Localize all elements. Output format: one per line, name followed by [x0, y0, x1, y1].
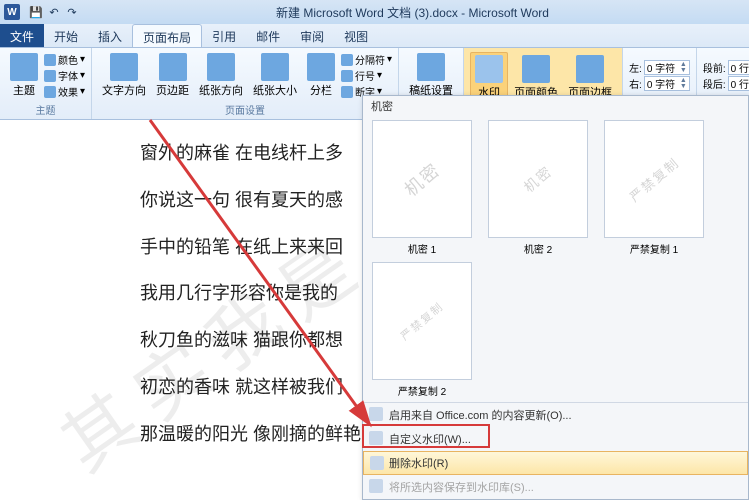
theme-effects[interactable]: 效果 ▾	[44, 84, 85, 99]
line-numbers-button[interactable]: 行号 ▾	[341, 68, 392, 83]
watermark-dropdown: 机密 机密 机密 1 机密 机密 2 严禁复制 严禁复制 1 严禁复制 严禁复制…	[362, 95, 749, 500]
tab-layout[interactable]: 页面布局	[132, 24, 202, 47]
orientation-button[interactable]: 纸张方向	[195, 51, 247, 100]
title-bar: W 💾 ↶ ↷ 新建 Microsoft Word 文档 (3).docx - …	[0, 0, 749, 24]
margins-button[interactable]: 页边距	[152, 51, 193, 100]
tab-mailings[interactable]: 邮件	[246, 24, 290, 47]
indent-left-input[interactable]: 0 字符▲▼	[644, 60, 690, 75]
group-theme: 主题 颜色 ▾ 字体 ▾ 效果 ▾ 主题	[0, 48, 92, 119]
tab-home[interactable]: 开始	[44, 24, 88, 47]
tab-view[interactable]: 视图	[334, 24, 378, 47]
manuscript-button[interactable]: 稿纸设置	[405, 51, 457, 100]
theme-fonts[interactable]: 字体 ▾	[44, 68, 85, 83]
save-icon	[369, 479, 383, 493]
word-icon: W	[4, 4, 20, 20]
tab-review[interactable]: 审阅	[290, 24, 334, 47]
refresh-icon	[369, 407, 383, 421]
breaks-button[interactable]: 分隔符 ▾	[341, 52, 392, 67]
redo-icon[interactable]: ↷	[64, 4, 80, 20]
watermark-icon	[369, 431, 383, 445]
dropdown-menu: 启用来自 Office.com 的内容更新(O)... 自定义水印(W)... …	[363, 402, 748, 499]
watermark-option[interactable]: 严禁复制 严禁复制 2	[367, 262, 477, 398]
tab-file[interactable]: 文件	[0, 24, 44, 47]
columns-button[interactable]: 分栏	[303, 51, 339, 100]
undo-icon[interactable]: ↶	[46, 4, 62, 20]
theme-button[interactable]: 主题	[6, 51, 42, 100]
spacing-after-input[interactable]: 0 行▲▼	[728, 76, 749, 91]
text-direction-button[interactable]: 文字方向	[98, 51, 150, 100]
quick-access: 💾 ↶ ↷	[28, 4, 80, 20]
menu-custom-watermark[interactable]: 自定义水印(W)...	[363, 427, 748, 451]
dropdown-header: 机密	[363, 96, 748, 116]
indent-right-input[interactable]: 0 字符▲▼	[644, 76, 690, 91]
menu-remove-watermark[interactable]: 删除水印(R)	[363, 451, 748, 475]
watermark-option[interactable]: 机密 机密 2	[483, 120, 593, 256]
watermark-option[interactable]: 机密 机密 1	[367, 120, 477, 256]
spacing-before-input[interactable]: 0 行▲▼	[728, 60, 749, 75]
menu-office-update[interactable]: 启用来自 Office.com 的内容更新(O)...	[363, 403, 748, 427]
tab-references[interactable]: 引用	[202, 24, 246, 47]
document-title: 新建 Microsoft Word 文档 (3).docx - Microsof…	[80, 4, 745, 21]
remove-icon	[370, 456, 384, 470]
save-icon[interactable]: 💾	[28, 4, 44, 20]
menu-tabs: 文件 开始 插入 页面布局 引用 邮件 审阅 视图	[0, 24, 749, 48]
watermark-option[interactable]: 严禁复制 严禁复制 1	[599, 120, 709, 256]
group-page-setup: 文字方向 页边距 纸张方向 纸张大小 分栏 分隔符 ▾ 行号 ▾ 断字 ▾ 页面…	[92, 48, 399, 119]
tab-insert[interactable]: 插入	[88, 24, 132, 47]
theme-colors[interactable]: 颜色 ▾	[44, 52, 85, 67]
size-button[interactable]: 纸张大小	[249, 51, 301, 100]
watermark-grid: 机密 机密 1 机密 机密 2 严禁复制 严禁复制 1 严禁复制 严禁复制 2	[363, 116, 748, 402]
menu-save-to-gallery: 将所选内容保存到水印库(S)...	[363, 475, 748, 499]
